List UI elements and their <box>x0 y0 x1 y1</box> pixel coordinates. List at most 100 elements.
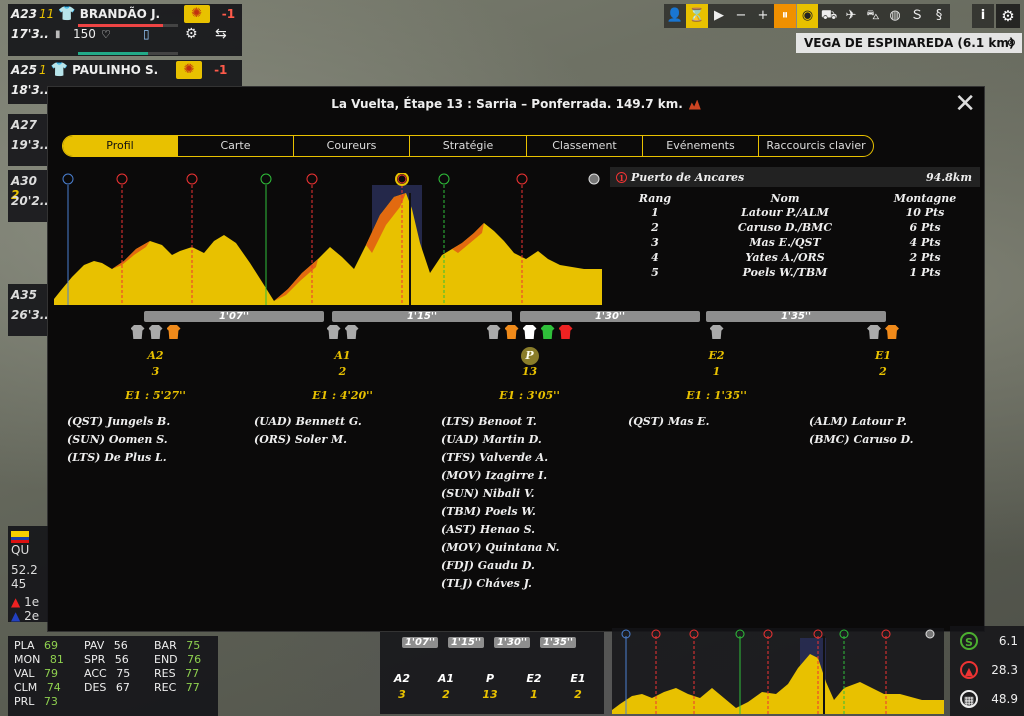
climb-table: Rang Nom Montagne 1 Latour P./ALM 10 Pts 2… <box>610 191 980 280</box>
info-button[interactable]: i <box>972 4 994 28</box>
group-peloton[interactable]: P 13 E1 : 3'05'' (LTS) Benoot T. (UAD) M… <box>436 325 623 595</box>
rider-delta: -1 <box>221 7 236 21</box>
hourglass-icon[interactable]: ⌛ <box>686 4 708 28</box>
rider-position: A35 <box>11 288 37 302</box>
jersey-icon <box>326 325 341 339</box>
stat-value: 81 <box>49 653 64 666</box>
gear-icon[interactable]: ⚙ <box>185 26 211 42</box>
stat-value: 56 <box>114 653 129 666</box>
moto-icon[interactable]: ⛍ <box>862 4 884 28</box>
group-label: P <box>436 347 623 365</box>
group-label: E2 <box>708 349 725 362</box>
tab-strategie[interactable]: Stratégie <box>410 136 527 156</box>
helicopter-icon[interactable]: ✈ <box>840 4 862 28</box>
list-item: (FDJ) Gaudu D. <box>441 559 535 572</box>
climb-icon[interactable]: § <box>928 4 950 28</box>
close-button[interactable]: ✕ <box>954 91 976 117</box>
stat-key: CLM <box>14 681 38 694</box>
collapsed-rider-card[interactable]: A30 2 20'2.. <box>8 170 49 222</box>
stat-key: PAV <box>84 639 105 652</box>
tab-classement[interactable]: Classement <box>527 136 643 156</box>
tab-coureurs[interactable]: Coureurs <box>294 136 410 156</box>
settings-gear-icon[interactable]: ⚙ <box>996 4 1020 28</box>
group-count: 2 <box>574 688 582 701</box>
cell-nom: Caruso D./BMC <box>737 221 833 234</box>
sprint-icon[interactable]: Ｓ <box>906 4 928 28</box>
group-jerseys <box>249 325 436 341</box>
group-count: 13 <box>521 365 538 378</box>
globe-icon[interactable]: ◍ <box>884 4 906 28</box>
mini-groups-panel[interactable]: 1'07'' 1'15'' 1'30'' 1'35'' A2 3 A1 2 P 13 … <box>380 632 604 714</box>
cell-rang: 3 <box>651 236 659 249</box>
tab-raccourcis[interactable]: Raccourcis clavier <box>759 136 873 156</box>
list-item: (SUN) Nibali V. <box>441 487 535 500</box>
attack-icon[interactable]: ✺ <box>183 5 210 23</box>
group-label: E2 <box>526 672 542 685</box>
distance-row: ▲ 28.3 <box>950 655 1024 684</box>
stage-profile[interactable] <box>54 173 602 305</box>
tab-profil[interactable]: Profil <box>63 136 178 156</box>
gap-bar: 1'07'' <box>144 311 324 322</box>
stat-key: VAL <box>14 667 35 680</box>
climb-marker-icon <box>397 174 407 184</box>
rider-time: 18'3.. <box>11 83 49 97</box>
stat-key: ACC <box>84 667 107 680</box>
stat-key: RES <box>154 667 176 680</box>
gap-bar: 1'35'' <box>706 311 886 322</box>
cell-pts: 1 Pts <box>909 266 941 279</box>
team-car-icon[interactable]: ⛟ <box>818 4 840 28</box>
plus-icon[interactable]: + <box>752 4 774 28</box>
group-time: E1 : 5'27'' <box>125 389 186 402</box>
tab-evenements[interactable]: Evénements <box>643 136 759 156</box>
stat-value: 74 <box>46 681 61 694</box>
attack-icon[interactable]: ✺ <box>176 61 203 79</box>
group-a1[interactable]: A1 2 E1 : 4'20'' (UAD) Bennett G. (ORS) … <box>249 325 436 451</box>
stat-key: BAR <box>154 639 177 652</box>
jersey-icon <box>486 325 501 339</box>
distance-value: 28.3 <box>991 662 1018 677</box>
gap-bar: 1'30'' <box>520 311 700 322</box>
minus-icon[interactable]: − <box>730 4 752 28</box>
bottle-icon[interactable]: ▯ <box>143 27 181 41</box>
group-a2[interactable]: A2 3 E1 : 5'27'' (QST) Jungels B. (SUN) … <box>62 325 249 469</box>
group-e2[interactable]: E2 1 E1 : 1'35'' (QST) Mas E. <box>623 325 810 433</box>
list-item: (TLJ) Cháves J. <box>441 577 532 590</box>
list-item: (LTS) De Plus L. <box>67 451 167 464</box>
list-item: (UAD) Bennett G. <box>254 415 362 428</box>
eye-icon[interactable]: ◉ <box>796 4 818 28</box>
mini-stage-profile[interactable] <box>612 628 944 714</box>
group-riders: (ALM) Latour P. (BMC) Caruso D. <box>793 415 973 451</box>
stat-value: 67 <box>115 681 130 694</box>
user-icon[interactable]: 👤 <box>664 4 686 28</box>
sprint-marker-icon <box>438 173 450 185</box>
stat-item: ACC 75 <box>84 667 130 681</box>
stat-item: BAR 75 <box>154 639 201 653</box>
leader-panel[interactable]: QU 52.2 45 ▲ 1e ▲ 2e <box>8 526 48 623</box>
pause-icon[interactable]: ⏸ <box>774 4 796 28</box>
close-location-icon[interactable]: ⊗ <box>1007 33 1016 53</box>
tab-carte[interactable]: Carte <box>178 136 294 156</box>
gap-bar: 1'30'' <box>494 637 530 648</box>
rider-card[interactable]: A23 11 👕 BRANDÃO J. ✺ -1 17'3.. ▮ 150 ♡ … <box>8 4 242 56</box>
panel-rank: 1e <box>24 595 40 609</box>
group-e1[interactable]: E1 2 (ALM) Latour P. (BMC) Caruso D. <box>793 325 973 451</box>
stat-key: REC <box>154 681 177 694</box>
jersey-icon <box>885 325 899 339</box>
collapsed-rider-card[interactable]: A35 26'3.. <box>8 284 49 336</box>
table-row: 4 Yates A./ORS 2 Pts <box>610 250 980 265</box>
rider-time: 19'3.. <box>11 138 49 152</box>
collapsed-rider-card[interactable]: A27 19'3.. <box>8 114 49 166</box>
gap-bar: 1'35'' <box>540 637 576 648</box>
stat-key: PRL <box>14 695 35 708</box>
list-item: (TFS) Valverde A. <box>441 451 549 464</box>
health-bar <box>78 24 178 27</box>
climb-km: 94.8km <box>925 170 972 184</box>
play-icon[interactable]: ▶ <box>708 4 730 28</box>
fork-icon[interactable]: ⇆ <box>215 26 227 42</box>
sprint-marker-icon <box>260 173 272 185</box>
rider-number: 1 <box>39 63 47 77</box>
rider-time: 17'3.. <box>11 27 49 41</box>
modal-title: La Vuelta, Étape 13 : Sarria – Ponferrad… <box>48 87 984 121</box>
cell-rang: 5 <box>651 266 659 279</box>
list-item: (QST) Jungels B. <box>67 415 171 428</box>
